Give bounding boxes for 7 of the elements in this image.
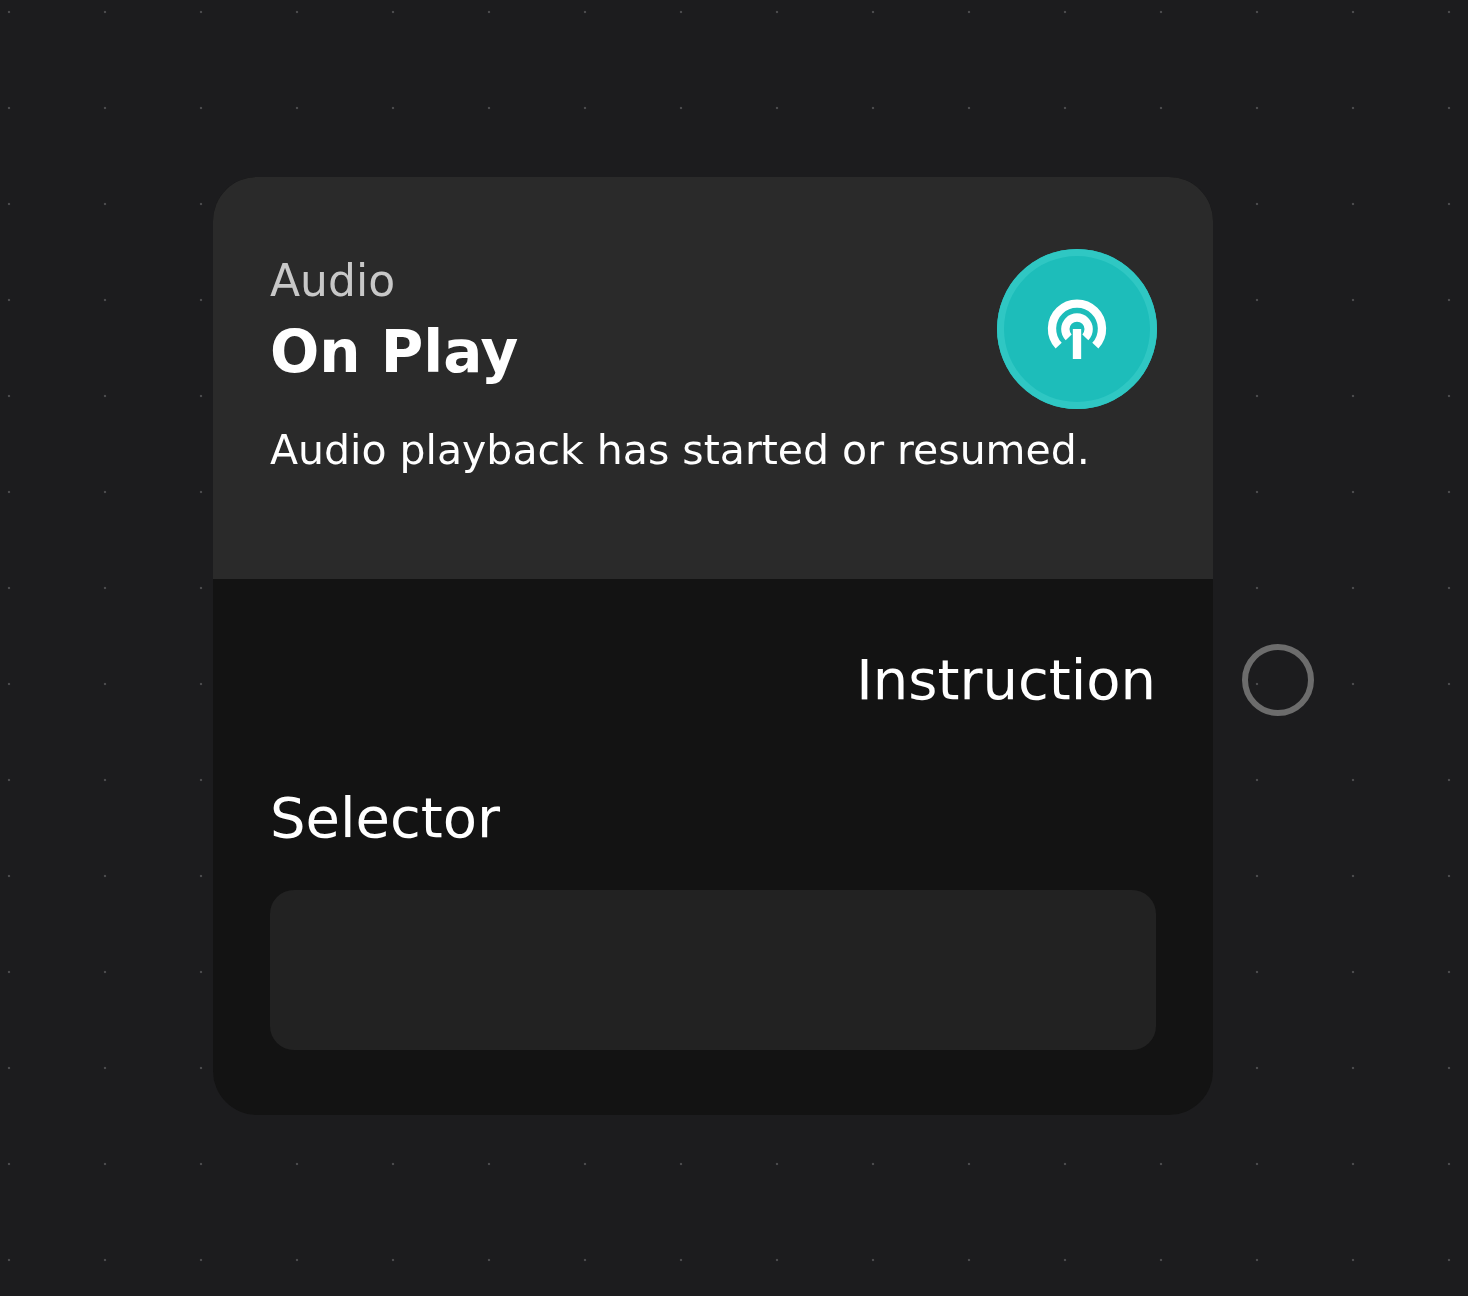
node-category: Audio bbox=[270, 255, 396, 306]
input-label: Selector bbox=[270, 785, 502, 850]
output-label: Instruction bbox=[856, 646, 1156, 712]
node-description: Audio playback has started or resumed. bbox=[270, 426, 1091, 474]
broadcast-icon bbox=[1047, 299, 1107, 359]
node-title: On Play bbox=[270, 318, 519, 386]
output-port[interactable] bbox=[1242, 644, 1314, 716]
